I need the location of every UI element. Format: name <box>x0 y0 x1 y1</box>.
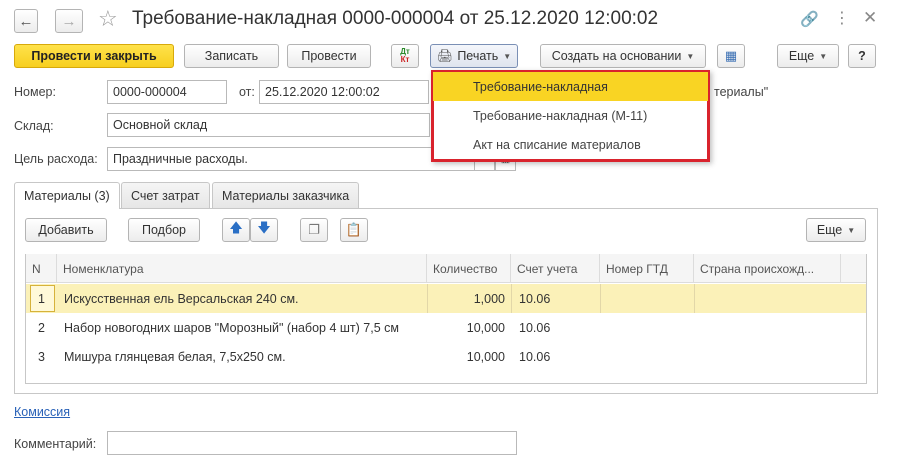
arrow-right-icon: → <box>61 12 77 30</box>
column-header-gtd[interactable]: Номер ГТД <box>600 254 694 283</box>
add-row-button[interactable]: Добавить <box>25 218 107 242</box>
row-account[interactable]: 10.06 <box>519 284 550 313</box>
number-label: Номер: <box>14 85 56 99</box>
favorite-star-icon[interactable]: ☆ <box>98 6 118 32</box>
print-button[interactable]: 🖨 Печать ▼ <box>430 44 518 68</box>
post-and-close-button[interactable]: Провести и закрыть <box>14 44 174 68</box>
row-number: 2 <box>38 320 45 335</box>
row-account[interactable]: 10.06 <box>519 313 550 342</box>
row-item[interactable]: Набор новогодних шаров "Морозный" (набор… <box>64 313 399 342</box>
pick-button[interactable]: Подбор <box>128 218 200 242</box>
more-options-icon[interactable]: ⋮ <box>834 8 850 28</box>
comment-field[interactable] <box>107 431 517 455</box>
back-button[interactable]: ← <box>14 9 38 33</box>
purpose-label: Цель расхода: <box>14 152 98 166</box>
row-item[interactable]: Мишура глянцевая белая, 7,5х250 см. <box>64 342 286 371</box>
help-button[interactable]: ? <box>848 44 876 68</box>
save-button[interactable]: Записать <box>184 44 279 68</box>
print-menu-item-invoice[interactable]: Требование-накладная <box>433 72 708 101</box>
chevron-down-icon: ▼ <box>819 51 828 61</box>
column-header-country[interactable]: Страна происхожд... <box>694 254 841 283</box>
paste-row-button[interactable]: 📋 <box>340 218 368 242</box>
dt-kt-button[interactable]: Дт Кт <box>391 44 419 68</box>
row-account[interactable]: 10.06 <box>519 342 550 371</box>
table-more-button[interactable]: Еще ▼ <box>806 218 866 242</box>
row-number: 1 <box>38 291 45 306</box>
link-icon[interactable]: 🔗 <box>800 10 819 28</box>
printer-icon: 🖨 <box>436 48 454 63</box>
move-down-button[interactable]: 🡇 <box>250 218 278 242</box>
arrow-down-icon: 🡇 <box>257 220 271 235</box>
chevron-down-icon: ▼ <box>847 225 856 235</box>
number-field[interactable]: 0000-000004 <box>107 80 227 104</box>
tab-cost-account[interactable]: Счет затрат <box>121 182 210 208</box>
chevron-down-icon: ▼ <box>503 51 512 61</box>
print-menu-item-invoice-m11[interactable]: Требование-накладная (М-11) <box>433 101 708 130</box>
close-icon[interactable]: ✕ <box>863 8 877 28</box>
forward-button[interactable]: → <box>55 9 83 33</box>
row-quantity[interactable]: 1,000 <box>427 284 505 313</box>
date-suffix-text: териалы" <box>714 85 769 99</box>
warehouse-label: Склад: <box>14 119 54 133</box>
date-from-label: от: <box>239 85 255 99</box>
column-header-n[interactable]: N <box>26 254 57 283</box>
post-button[interactable]: Провести <box>287 44 371 68</box>
create-based-on-button[interactable]: Создать на основании ▼ <box>540 44 706 68</box>
row-number: 3 <box>38 349 45 364</box>
paste-icon: 📋 <box>345 222 363 237</box>
row-quantity[interactable]: 10,000 <box>427 313 505 342</box>
tab-materials[interactable]: Материалы (3) <box>14 182 120 209</box>
row-quantity[interactable]: 10,000 <box>427 342 505 371</box>
move-up-button[interactable]: 🡅 <box>222 218 250 242</box>
column-header-item[interactable]: Номенклатура <box>57 254 427 283</box>
row-item[interactable]: Искусственная ель Версальская 240 см. <box>64 284 299 313</box>
page-title: Требование-накладная 0000-000004 от 25.1… <box>132 8 659 29</box>
column-header-quantity[interactable]: Количество <box>427 254 511 283</box>
structure-button[interactable]: ▦ <box>717 44 745 68</box>
commission-link[interactable]: Комиссия <box>14 405 70 419</box>
structure-icon: ▦ <box>724 48 738 63</box>
print-menu-item-writeoff-act[interactable]: Акт на списание материалов <box>433 130 708 159</box>
chevron-down-icon: ▼ <box>686 51 695 61</box>
copy-row-button[interactable]: ❐ <box>300 218 328 242</box>
arrow-left-icon: ← <box>18 12 34 30</box>
purpose-field[interactable]: Праздничные расходы. <box>107 147 475 171</box>
column-header-account[interactable]: Счет учета <box>511 254 600 283</box>
comment-label: Комментарий: <box>14 437 97 451</box>
date-field[interactable]: 25.12.2020 12:00:02 <box>259 80 429 104</box>
arrow-up-icon: 🡅 <box>229 220 243 235</box>
warehouse-field[interactable]: Основной склад <box>107 113 430 137</box>
copy-icon: ❐ <box>308 222 320 237</box>
tab-customer-materials[interactable]: Материалы заказчика <box>212 182 360 208</box>
more-button[interactable]: Еще ▼ <box>777 44 839 68</box>
